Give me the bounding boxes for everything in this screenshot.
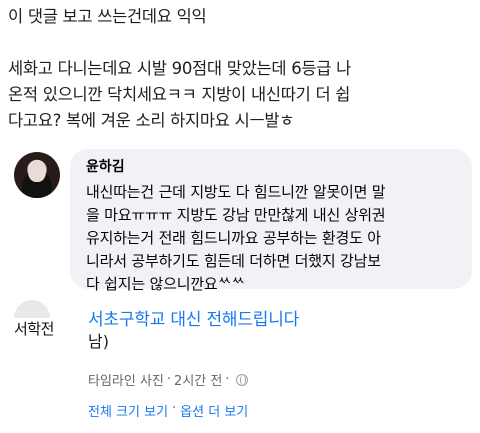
post-meta: 타임라인 사진 · 2시간 전 ·: [88, 370, 249, 389]
page-logo[interactable]: 서학전: [10, 300, 58, 342]
post-text: 이 댓글 보고 쓰는건데요 익익 세화고 다니는데요 시발 90점대 맞았는데 …: [8, 4, 474, 134]
page-logo-text: 서학전: [14, 320, 54, 338]
globe-icon: [236, 373, 249, 386]
page-name-link[interactable]: 서초구학교 대신 전해드립니다: [88, 305, 299, 330]
action-separator: ·: [172, 401, 177, 416]
timeline-photo-link[interactable]: 타임라인 사진: [88, 370, 164, 389]
commenter-avatar[interactable]: [14, 152, 60, 198]
photo-actions: 전체 크기 보기 · 옵션 더 보기: [88, 401, 248, 420]
logo-mark-icon: [14, 300, 50, 318]
post-tag: 남): [88, 332, 109, 351]
post-line-2: 세화고 다니는데요 시발 90점대 맞았는데 6등급 나 온적 있으니깐 닥치세…: [8, 59, 351, 130]
more-options-link[interactable]: 옵션 더 보기: [180, 401, 248, 420]
comment-author[interactable]: 윤하김: [86, 157, 460, 177]
comment-bubble: 윤하김 내신따는건 근데 지방도 다 힘드니깐 알못이면 말 을 마요ㅠㅠㅠ 지…: [70, 149, 472, 293]
timestamp[interactable]: 2시간 전: [174, 370, 222, 389]
view-full-size-link[interactable]: 전체 크기 보기: [88, 401, 168, 420]
meta-separator-2: ·: [225, 372, 230, 387]
comment-body: 내신따는건 근데 지방도 다 힘드니깐 알못이면 말 을 마요ㅠㅠㅠ 지방도 강…: [86, 183, 386, 293]
post-line-1: 이 댓글 보고 쓰는건데요 익익: [8, 7, 207, 26]
meta-separator: ·: [166, 372, 172, 387]
